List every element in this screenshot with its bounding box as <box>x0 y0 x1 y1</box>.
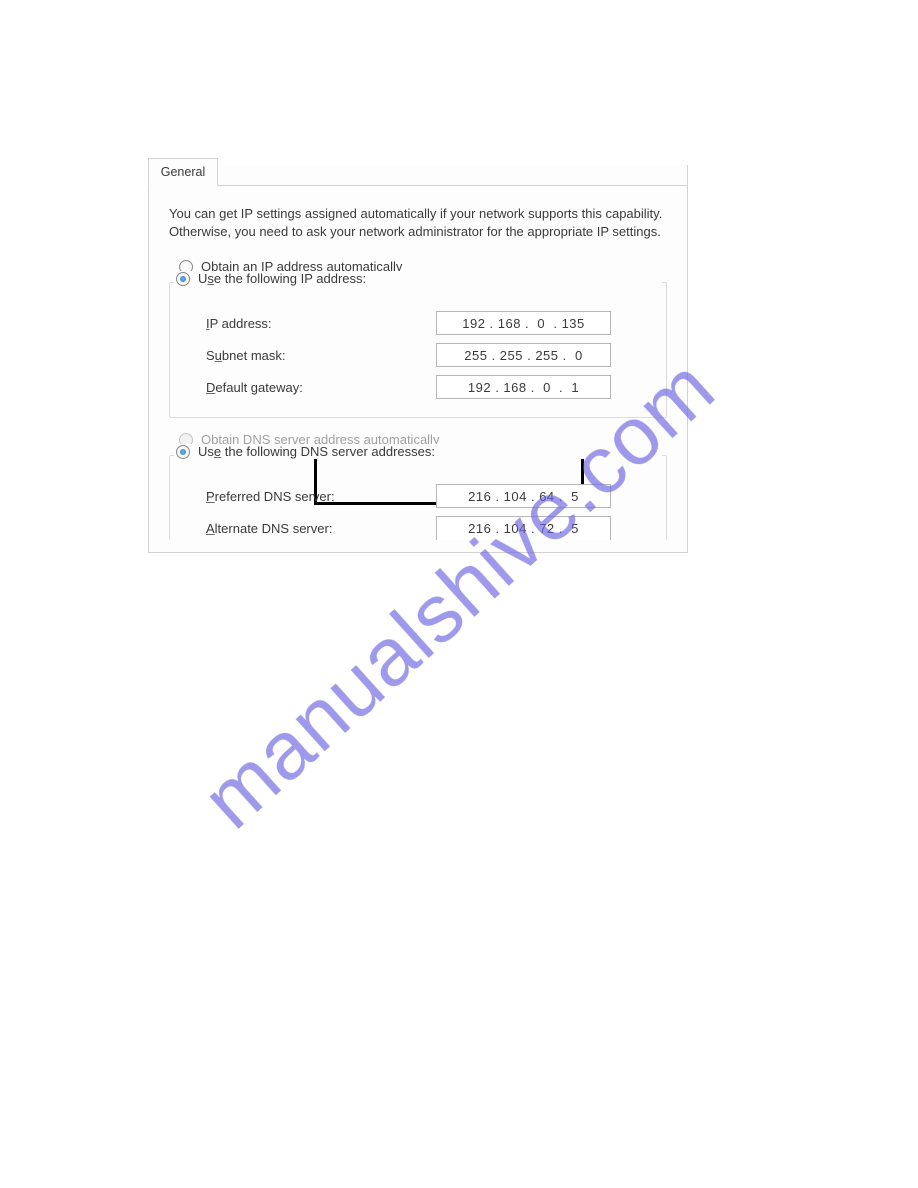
radio-icon <box>176 445 190 459</box>
label-subnet-mask: Subnet mask: <box>206 348 436 363</box>
properties-panel: General You can get IP settings assigned… <box>148 165 688 553</box>
input-subnet-mask[interactable]: 255 . 255 . 255 . 0 <box>436 343 611 367</box>
input-default-gateway[interactable]: 192 . 168 . 0 . 1 <box>436 375 611 399</box>
input-ip-address[interactable]: 192 . 168 . 0 . 135 <box>436 311 611 335</box>
radio-use-following-ip[interactable]: Use the following IP address: <box>176 271 660 286</box>
intro-text: You can get IP settings assigned automat… <box>169 205 667 241</box>
radio-use-following-dns[interactable]: Use the following DNS server addresses: <box>176 444 660 459</box>
row-ip-address: IP address: 192 . 168 . 0 . 135 <box>206 311 654 335</box>
label-preferred-dns: Preferred DNS server: <box>206 489 436 504</box>
row-alternate-dns: Alternate DNS server: 216 . 104 . 72 . 5 <box>206 516 654 540</box>
radio-label: Use the following DNS server addresses: <box>198 444 435 459</box>
label-default-gateway: Default gateway: <box>206 380 436 395</box>
radio-icon <box>176 272 190 286</box>
label-alternate-dns: Alternate DNS server: <box>206 521 436 536</box>
row-preferred-dns: Preferred DNS server: 216 . 104 . 64 . 5 <box>206 484 654 508</box>
input-preferred-dns[interactable]: 216 . 104 . 64 . 5 <box>436 484 611 508</box>
input-alternate-dns[interactable]: 216 . 104 . 72 . 5 <box>436 516 611 540</box>
label-ip-address: IP address: <box>206 316 436 331</box>
radio-label: Use the following IP address: <box>198 271 366 286</box>
row-default-gateway: Default gateway: 192 . 168 . 0 . 1 <box>206 375 654 399</box>
tab-general[interactable]: General <box>148 158 218 186</box>
dns-group: Use the following DNS server addresses: … <box>169 455 667 540</box>
tab-strip: General <box>149 165 687 193</box>
ip-group: Use the following IP address: IP address… <box>169 282 667 418</box>
row-subnet-mask: Subnet mask: 255 . 255 . 255 . 0 <box>206 343 654 367</box>
